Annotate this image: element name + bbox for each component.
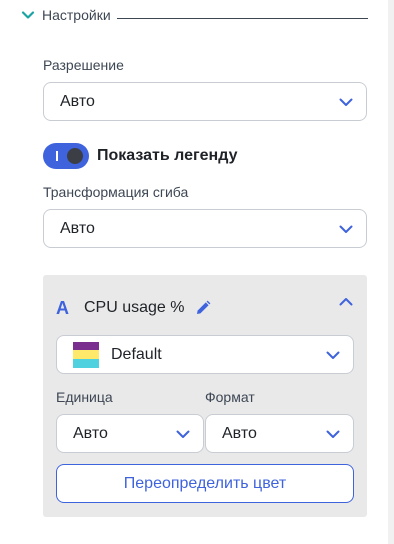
- legend-toggle[interactable]: [43, 143, 89, 169]
- resolution-value: Авто: [60, 92, 95, 110]
- pencil-icon[interactable]: [193, 298, 213, 318]
- toggle-knob: [67, 148, 83, 164]
- sidebar-edge: [388, 0, 394, 544]
- resolution-select[interactable]: Авто: [43, 82, 367, 121]
- resolution-label: Разрешение: [43, 57, 124, 73]
- palette-value: Default: [111, 345, 162, 363]
- unit-select[interactable]: Авто: [56, 414, 204, 453]
- series-panel: A CPU usage % Default Единица Формат Авт…: [43, 275, 367, 517]
- unit-value: Авто: [73, 424, 108, 442]
- bend-select[interactable]: Авто: [43, 209, 367, 248]
- chevron-down-icon: [325, 347, 341, 363]
- swatch-stripe-purple: [73, 341, 99, 351]
- unit-label: Единица: [56, 389, 113, 405]
- format-label: Формат: [205, 389, 255, 405]
- legend-toggle-label: Показать легенду: [97, 147, 238, 164]
- bend-label: Трансформация сгиба: [43, 184, 189, 200]
- override-color-button[interactable]: Переопределить цвет: [56, 464, 354, 503]
- format-value: Авто: [222, 424, 257, 442]
- format-select[interactable]: Авто: [205, 414, 354, 453]
- swatch-stripe-cyan: [73, 358, 99, 368]
- swatch-stripe-yellow: [73, 350, 99, 359]
- series-name: CPU usage %: [84, 299, 185, 316]
- legend-toggle-row: Показать легенду: [43, 142, 237, 170]
- series-letter: A: [56, 297, 69, 318]
- palette-select[interactable]: Default: [56, 335, 354, 374]
- bend-value: Авто: [60, 219, 95, 237]
- chevron-up-icon[interactable]: [337, 293, 355, 311]
- chevron-down-icon: [325, 426, 341, 442]
- chevron-down-icon: [175, 426, 191, 442]
- section-title: Настройки: [42, 7, 111, 23]
- toggle-on-mark: [56, 151, 58, 161]
- palette-swatch: [73, 341, 99, 368]
- chevron-down-icon: [338, 94, 354, 110]
- section-divider: [116, 17, 368, 19]
- series-header: A CPU usage %: [56, 297, 213, 319]
- settings-section-header[interactable]: Настройки: [20, 4, 368, 26]
- chevron-down-icon: [20, 7, 36, 23]
- chevron-down-icon: [338, 221, 354, 237]
